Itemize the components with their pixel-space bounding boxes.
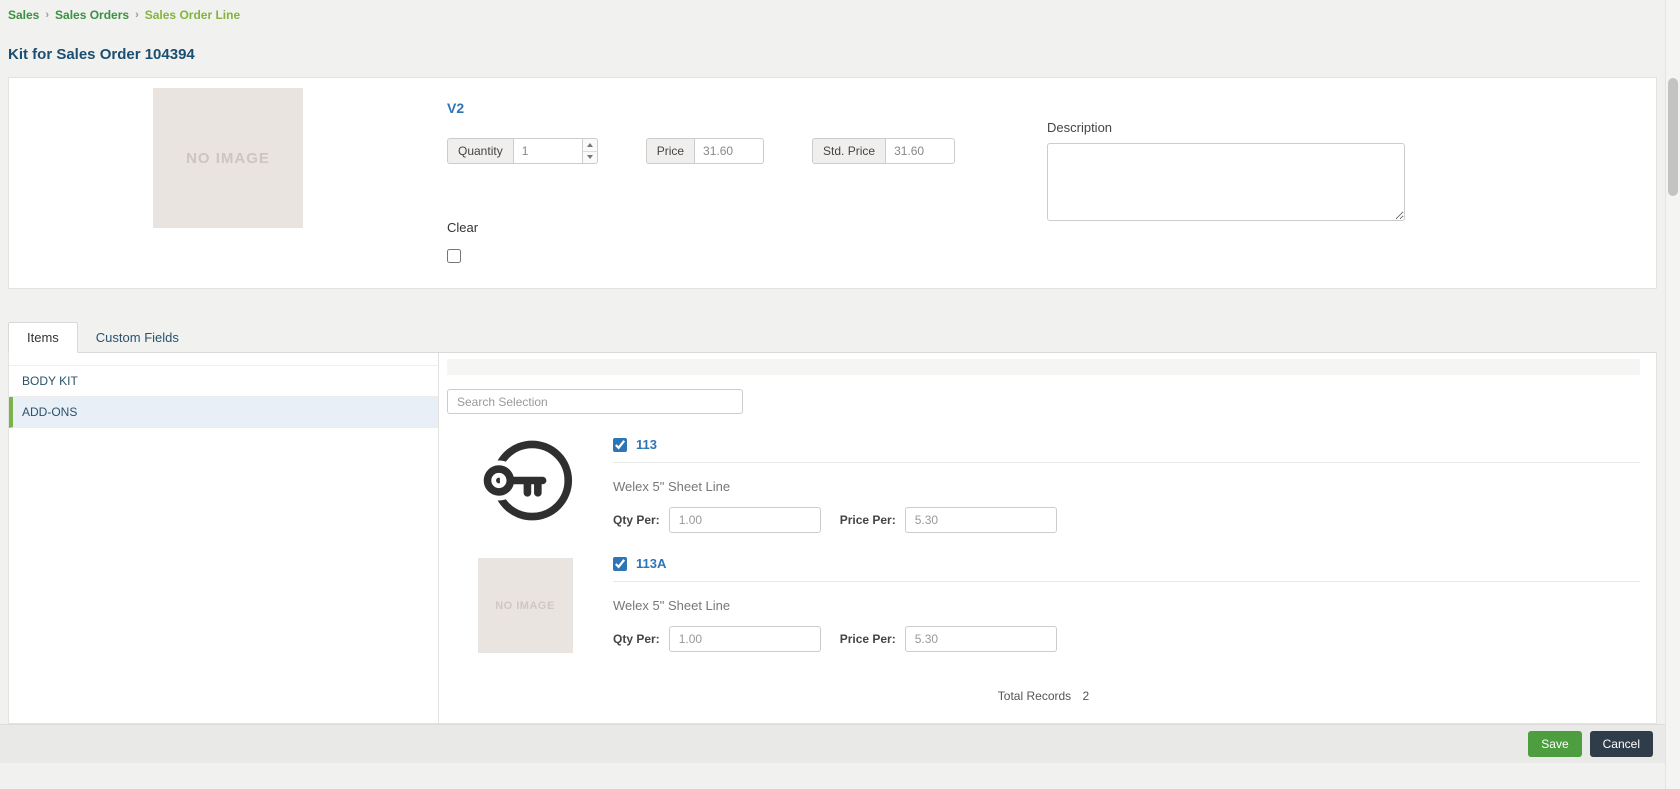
price-input[interactable] — [694, 138, 765, 164]
scrollbar-thumb[interactable] — [1668, 78, 1678, 196]
category-list: BODY KIT ADD-ONS — [9, 353, 439, 723]
product-link[interactable]: V2 — [447, 100, 464, 116]
description-textarea[interactable] — [1047, 143, 1405, 221]
total-records-value: 2 — [1082, 689, 1090, 703]
item-header: 113A — [613, 552, 1640, 582]
tab-bar: Items Custom Fields — [8, 321, 1657, 353]
no-image-label: NO IMAGE — [186, 149, 270, 167]
price-per-label: Price Per: — [839, 513, 896, 527]
search-input[interactable] — [447, 389, 743, 414]
category-add-ons[interactable]: ADD-ONS — [9, 397, 438, 428]
tab-items[interactable]: Items — [8, 322, 78, 353]
price-per-input[interactable] — [904, 626, 1057, 652]
price-per-label: Price Per: — [839, 632, 896, 646]
std-price-input[interactable] — [885, 138, 956, 164]
items-header-strip — [447, 359, 1640, 375]
items-area: 113 Welex 5" Sheet Line Qty Per: Price P… — [439, 353, 1656, 723]
clear-field: Clear — [447, 220, 1047, 266]
product-image-placeholder: NO IMAGE — [153, 88, 303, 228]
item-description: Welex 5" Sheet Line — [613, 598, 731, 613]
chevron-up-icon — [586, 142, 593, 147]
breadcrumb-separator: › — [45, 9, 50, 21]
item-image-placeholder: NO IMAGE — [477, 558, 573, 653]
description-label: Description — [1047, 120, 1113, 135]
quantity-group: Quantity — [447, 138, 598, 164]
product-image-column: NO IMAGE — [9, 86, 447, 274]
quantity-stepper — [582, 138, 598, 164]
category-body-kit[interactable]: BODY KIT — [9, 365, 438, 397]
item-code-link[interactable]: 113 — [636, 437, 657, 452]
breadcrumb-sales[interactable]: Sales — [8, 8, 39, 22]
description-column: Description — [1047, 86, 1427, 274]
item-details: 113A Welex 5" Sheet Line Qty Per: Price … — [613, 552, 1640, 653]
item-select-checkbox[interactable] — [613, 437, 627, 452]
breadcrumb-separator: › — [135, 9, 139, 21]
total-records: Total Records 2 — [447, 689, 1640, 723]
key-icon — [478, 440, 572, 521]
footer-action-bar: Save Cancel — [0, 724, 1665, 763]
item-fields: Qty Per: Price Per: — [613, 507, 1640, 533]
item-image — [477, 433, 573, 533]
cancel-button[interactable]: Cancel — [1589, 731, 1653, 757]
price-group: Price — [645, 138, 765, 164]
save-button[interactable]: Save — [1528, 731, 1582, 757]
std-price-group: Std. Price — [812, 138, 956, 164]
item-select-checkbox[interactable] — [613, 556, 627, 571]
breadcrumb-sales-order-line: Sales Order Line — [144, 8, 241, 22]
tab-custom-fields[interactable]: Custom Fields — [78, 323, 197, 352]
item-header: 113 — [613, 433, 1640, 463]
qty-per-input[interactable] — [668, 626, 821, 652]
quantity-step-down-button[interactable] — [583, 152, 597, 164]
no-image-label: NO IMAGE — [495, 599, 555, 612]
breadcrumb-sales-orders[interactable]: Sales Orders — [55, 8, 129, 22]
breadcrumb: Sales › Sales Orders › Sales Order Line — [8, 8, 1657, 22]
product-field-row: Quantity Price Std. Price — [447, 138, 1047, 164]
product-header-panel: NO IMAGE V2 Quantity Price — [8, 77, 1657, 289]
quantity-label: Quantity — [447, 138, 513, 164]
product-fields-column: V2 Quantity Price Std. Price — [447, 86, 1047, 274]
quantity-input[interactable] — [512, 138, 583, 164]
qty-per-input[interactable] — [668, 507, 821, 533]
page: Sales › Sales Orders › Sales Order Line … — [0, 0, 1665, 763]
quantity-step-up-button[interactable] — [582, 139, 597, 152]
items-content-panel: BODY KIT ADD-ONS Search Selection 113 We… — [8, 353, 1657, 724]
clear-label: Clear — [447, 220, 479, 235]
item-code-link[interactable]: 113A — [636, 556, 666, 571]
list-item: 113 Welex 5" Sheet Line Qty Per: Price P… — [447, 433, 1640, 533]
item-details: 113 Welex 5" Sheet Line Qty Per: Price P… — [613, 433, 1640, 533]
total-records-label: Total Records — [997, 689, 1072, 703]
std-price-label: Std. Price — [812, 138, 886, 164]
item-image: NO IMAGE — [477, 552, 573, 653]
list-item: NO IMAGE 113A Welex 5" Sheet Line Qty Pe… — [447, 552, 1640, 653]
chevron-down-icon — [586, 155, 593, 160]
vertical-scrollbar[interactable] — [1665, 0, 1680, 789]
qty-per-label: Qty Per: — [613, 513, 660, 527]
qty-per-label: Qty Per: — [613, 632, 660, 646]
price-per-input[interactable] — [904, 507, 1057, 533]
item-fields: Qty Per: Price Per: — [613, 626, 1640, 652]
clear-checkbox[interactable] — [447, 249, 461, 263]
item-description: Welex 5" Sheet Line — [613, 479, 731, 494]
page-title: Kit for Sales Order 104394 — [8, 46, 195, 63]
price-label: Price — [645, 138, 695, 164]
